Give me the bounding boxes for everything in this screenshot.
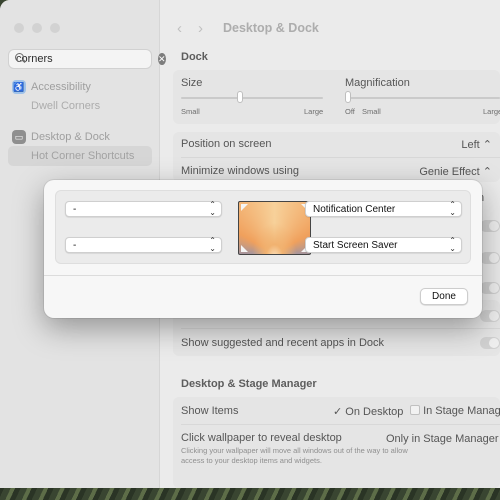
dialog-divider	[44, 275, 482, 276]
chevron-updown-icon: ⌃ ⌄	[449, 200, 456, 217]
corner-marker-icon	[241, 204, 248, 211]
hot-corners-dialog: - ⌃ ⌄ - ⌃ ⌄ Notification Center ⌃ ⌄ Start S…	[44, 180, 482, 318]
corner-marker-icon	[241, 245, 248, 252]
bottom-right-corner-popup[interactable]: Start Screen Saver ⌃ ⌄	[305, 237, 462, 253]
top-right-corner-popup[interactable]: Notification Center ⌃ ⌄	[305, 201, 462, 217]
popup-value: -	[73, 239, 77, 251]
chevron-updown-icon: ⌃ ⌄	[449, 236, 456, 253]
popup-value: Start Screen Saver	[313, 239, 398, 251]
done-button[interactable]: Done	[420, 288, 468, 305]
screen-preview	[238, 201, 311, 255]
hot-corners-panel: - ⌃ ⌄ - ⌃ ⌄ Notification Center ⌃ ⌄ Start S…	[55, 190, 471, 264]
chevron-updown-icon: ⌃ ⌄	[209, 236, 216, 253]
popup-value: Notification Center	[313, 203, 396, 215]
top-left-corner-popup[interactable]: - ⌃ ⌄	[65, 201, 222, 217]
bottom-left-corner-popup[interactable]: - ⌃ ⌄	[65, 237, 222, 253]
chevron-updown-icon: ⌃ ⌄	[209, 200, 216, 217]
popup-value: -	[73, 203, 77, 215]
